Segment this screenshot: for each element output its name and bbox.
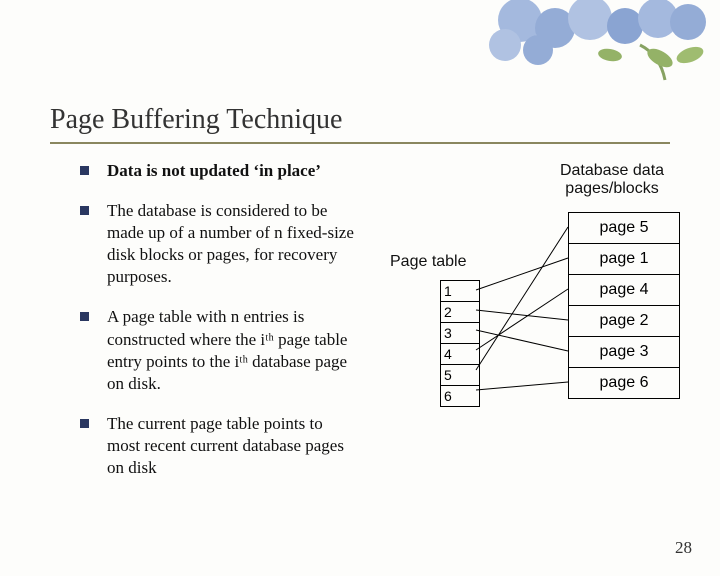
list-item: A page table with n entries is construct… <box>80 306 360 394</box>
data-pages-header: Database data pages/blocks <box>552 162 672 199</box>
page-table-label: Page table <box>390 253 467 271</box>
title-underline <box>50 142 670 144</box>
slide-title: Page Buffering Technique <box>50 104 342 136</box>
data-page: page 2 <box>568 305 680 336</box>
data-page: page 4 <box>568 274 680 305</box>
bullet-text: A page table with n entries is construct… <box>107 306 360 394</box>
page-table-entry: 5 <box>441 365 480 386</box>
page-table-entry: 3 <box>441 323 480 344</box>
list-item: Data is not updated ‘in place’ <box>80 160 360 182</box>
data-page: page 3 <box>568 336 680 367</box>
data-page: page 5 <box>568 212 680 243</box>
data-pages-stack: page 5 page 1 page 4 page 2 page 3 page … <box>568 212 680 399</box>
bullet-icon <box>80 206 89 215</box>
bullet-icon <box>80 312 89 321</box>
list-item: The database is considered to be made up… <box>80 200 360 288</box>
bullet-text: Data is not updated ‘in place’ <box>107 160 321 182</box>
data-page: page 6 <box>568 367 680 399</box>
page-table-entry: 4 <box>441 344 480 365</box>
data-page: page 1 <box>568 243 680 274</box>
slide-number: 28 <box>675 538 692 558</box>
bullet-text: The database is considered to be made up… <box>107 200 360 288</box>
bullet-icon <box>80 419 89 428</box>
floral-corner <box>460 0 720 85</box>
list-item: The current page table points to most re… <box>80 413 360 479</box>
page-table-entry: 1 <box>441 281 480 302</box>
page-table-entry: 6 <box>441 386 480 407</box>
bullet-list: Data is not updated ‘in place’ The datab… <box>80 160 360 497</box>
page-table: 1 2 3 4 5 6 <box>440 280 480 407</box>
bullet-icon <box>80 166 89 175</box>
bullet-text: The current page table points to most re… <box>107 413 360 479</box>
page-table-entry: 2 <box>441 302 480 323</box>
